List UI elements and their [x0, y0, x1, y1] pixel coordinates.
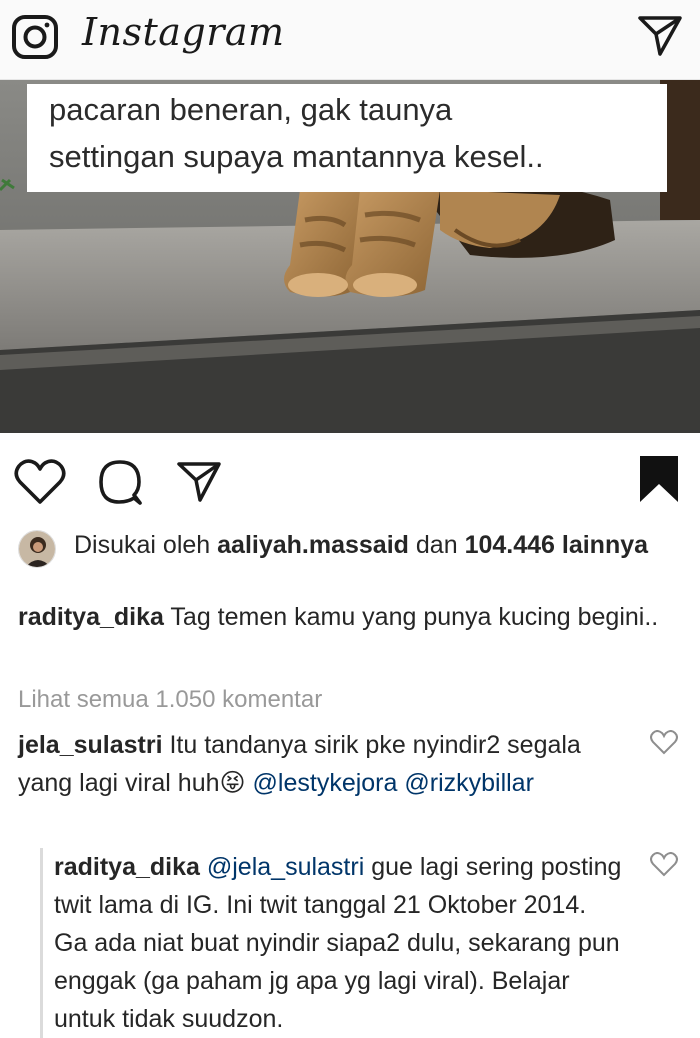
- liker-username[interactable]: aaliyah.massaid: [217, 531, 409, 559]
- likes-conjunction: dan: [415, 531, 458, 559]
- likes-text: Disukai oleh aaliyah.massaid dan 104.446…: [74, 528, 674, 562]
- bookmark-icon[interactable]: [638, 454, 680, 504]
- post-caption: raditya_dika Tag temen kamu yang punya k…: [18, 598, 668, 636]
- likes-count[interactable]: 104.446: [465, 531, 555, 559]
- comment-mention[interactable]: @rizkybillar: [404, 769, 534, 797]
- app-title: Instagram: [82, 10, 285, 54]
- emoji: 😝: [219, 769, 246, 797]
- post-actions: [0, 440, 700, 518]
- comment-item: jela_sulastri Itu tandanya sirik pke nyi…: [18, 726, 628, 802]
- reply-username[interactable]: raditya_dika: [54, 853, 200, 881]
- comment-bubble-icon[interactable]: [96, 458, 144, 506]
- heart-icon[interactable]: [14, 458, 66, 506]
- image-text-overlay: pacaran beneran, gak taunya settingan su…: [27, 84, 667, 192]
- reply-like-heart-icon[interactable]: [650, 852, 678, 878]
- top-bar: Instagram: [0, 0, 700, 80]
- view-all-comments-link[interactable]: Lihat semua 1.050 komentar: [18, 686, 322, 714]
- likes-prefix: Disukai oleh: [74, 531, 211, 559]
- image-text-line-2: settingan supaya mantannya kesel..: [49, 139, 544, 174]
- comment-username[interactable]: jela_sulastri: [18, 731, 163, 759]
- avatar[interactable]: [18, 530, 56, 568]
- reply-thread-line: [40, 848, 43, 1038]
- caption-text: Tag temen kamu yang punya kucing begini.…: [170, 603, 659, 631]
- post-image[interactable]: pacaran beneran, gak taunya settingan su…: [0, 80, 700, 433]
- image-text-line-1: pacaran beneran, gak taunya: [49, 92, 453, 127]
- direct-message-icon[interactable]: [636, 12, 684, 60]
- caption-username[interactable]: raditya_dika: [18, 603, 164, 631]
- likes-suffix[interactable]: lainnya: [562, 531, 648, 559]
- reply-item: raditya_dika @jela_sulastri gue lagi ser…: [54, 848, 624, 1038]
- reply-mention[interactable]: @jela_sulastri: [207, 853, 364, 881]
- comment-like-heart-icon[interactable]: [650, 730, 678, 756]
- share-icon[interactable]: [176, 460, 222, 504]
- camera-icon[interactable]: [10, 12, 60, 62]
- comment-mention[interactable]: @lestykejora: [253, 769, 398, 797]
